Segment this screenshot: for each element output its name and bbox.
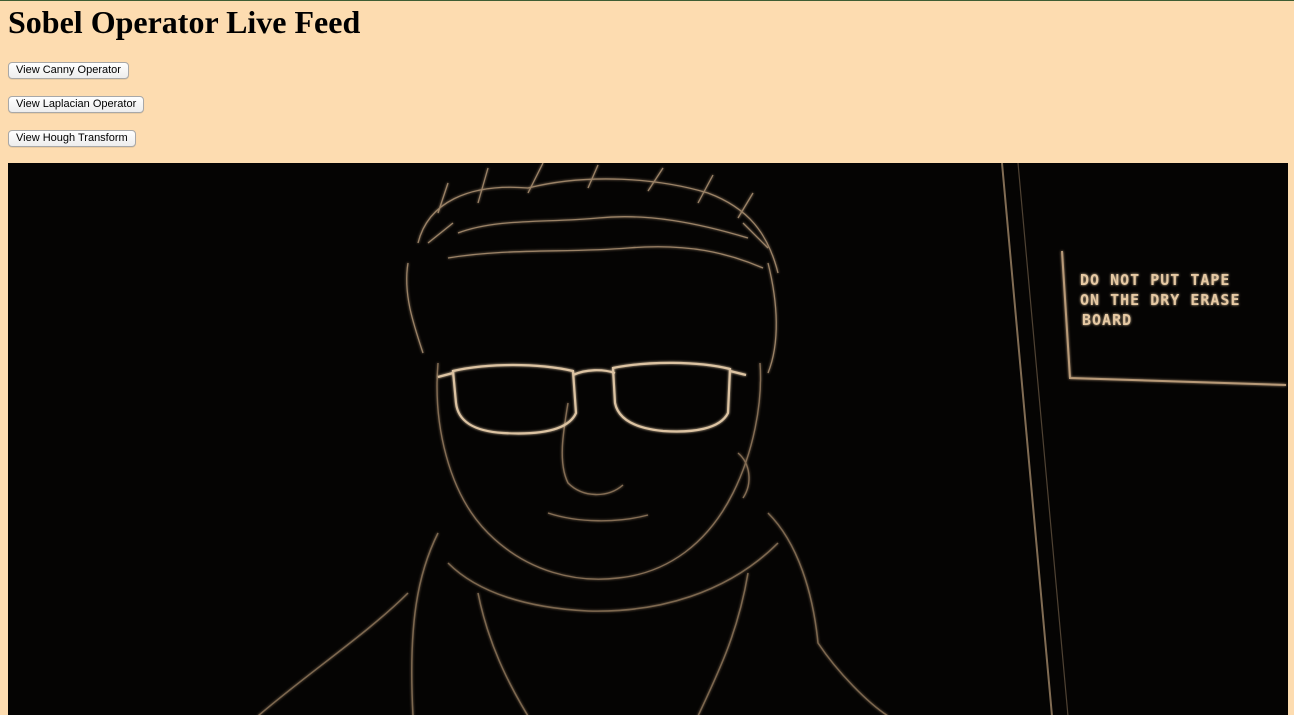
view-laplacian-button[interactable]: View Laplacian Operator <box>8 96 145 113</box>
view-hough-button[interactable]: View Hough Transform <box>8 130 136 147</box>
page-title: Sobel Operator Live Feed <box>8 4 361 40</box>
edge-image: DO NOT PUT TAPE ON THE DRY ERASE BOARD <box>8 163 1288 715</box>
view-canny-button[interactable]: View Canny Operator <box>8 62 129 79</box>
sign-line-1: DO NOT PUT TAPE <box>1080 271 1230 289</box>
sobel-live-feed: DO NOT PUT TAPE ON THE DRY ERASE BOARD <box>8 163 1288 715</box>
sign-line-3: BOARD <box>1082 311 1132 329</box>
sign-line-2: ON THE DRY ERASE <box>1080 291 1241 309</box>
